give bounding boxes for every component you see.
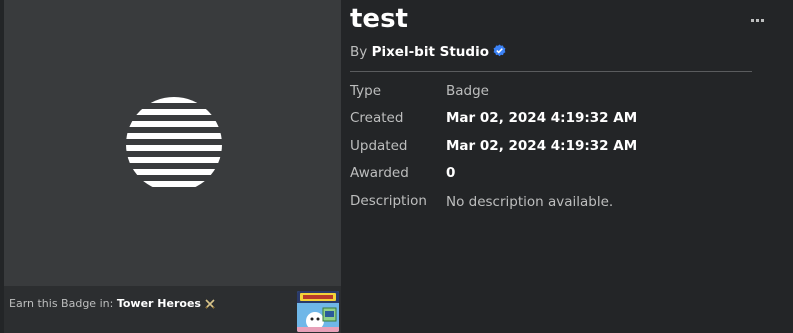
verified-badge-icon (493, 44, 506, 57)
badge-image-panel: Earn this Badge in: Tower Heroes (4, 0, 341, 333)
type-value: Badge (446, 83, 489, 99)
type-label: Type (350, 83, 382, 99)
earn-badge-text: Earn this Badge in: Tower Heroes (9, 297, 215, 310)
more-dot-icon (756, 18, 759, 22)
updated-value: Mar 02, 2024 4:19:32 AM (446, 138, 638, 154)
description-value: No description available. (446, 194, 614, 210)
crossed-swords-icon (205, 299, 215, 309)
by-prefix: By (350, 44, 368, 60)
game-link[interactable]: Tower Heroes (117, 297, 201, 310)
awarded-value: 0 (446, 165, 456, 181)
striped-circle-badge-icon (126, 97, 222, 187)
created-value: Mar 02, 2024 4:19:32 AM (446, 110, 638, 126)
tower-heroes-thumbnail[interactable] (297, 291, 339, 332)
created-label: Created (350, 110, 404, 126)
more-options-button[interactable] (751, 16, 765, 24)
more-dot-icon (751, 18, 754, 22)
header-divider (350, 71, 752, 72)
creator-link[interactable]: Pixel-bit Studio (372, 44, 489, 60)
description-label: Description (350, 193, 427, 209)
creator-byline: By Pixel-bit Studio (350, 44, 506, 60)
more-dot-icon (761, 18, 764, 22)
updated-label: Updated (350, 138, 408, 154)
awarded-label: Awarded (350, 165, 409, 181)
earn-badge-prefix: Earn this Badge in: (9, 297, 114, 310)
badge-title: test (350, 4, 408, 34)
badge-details-page: Earn this Badge in: Tower Heroes test By… (0, 0, 793, 333)
